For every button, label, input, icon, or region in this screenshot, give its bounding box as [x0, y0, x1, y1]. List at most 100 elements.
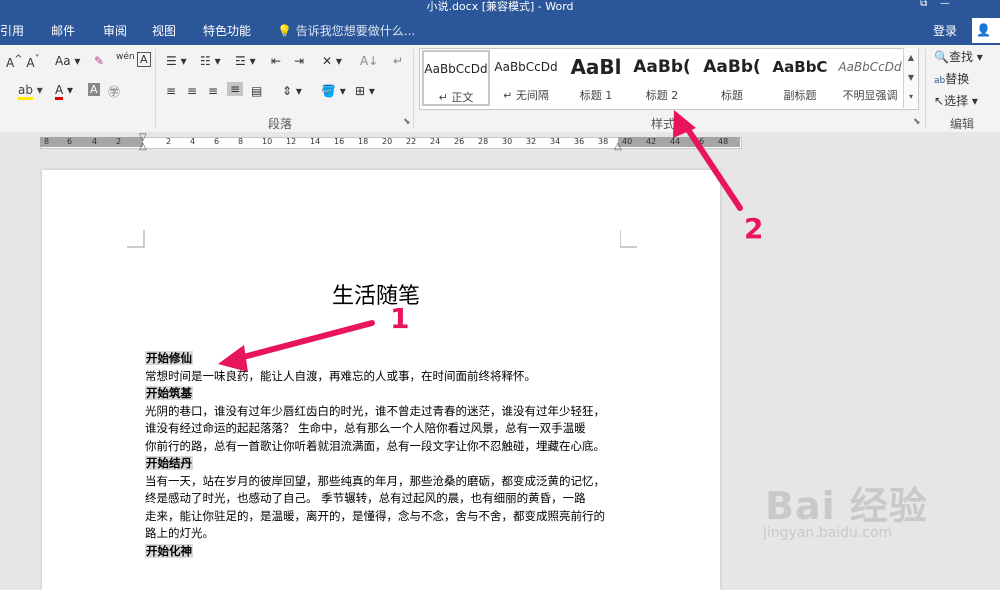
baidu-watermark: Bai 经验 jingyan.baidu.com [763, 475, 928, 541]
ruler-number: 28 [478, 137, 489, 146]
magnifier-icon: 🔍 [934, 50, 949, 64]
crop-mark-top-left [127, 230, 145, 248]
style-preview: AaBb( [633, 57, 691, 77]
more-styles-icon[interactable]: ▾ [904, 88, 918, 106]
share-button[interactable]: 👤共 [972, 18, 1000, 62]
character-border-button[interactable]: A [137, 52, 151, 67]
phonetic-guide-label: wén [116, 52, 135, 62]
annotation-label-2: 2 [744, 212, 764, 245]
borders-icon[interactable]: ⊞ ▾ [355, 84, 375, 98]
change-case-label: Aa [55, 54, 71, 68]
style-name-text: 无间隔 [515, 89, 549, 102]
style-preview: AaBl [570, 55, 622, 79]
shading-icon[interactable]: 🪣 ▾ [321, 84, 346, 98]
paragraph-group-label: 段落 [268, 117, 293, 131]
scroll-down-icon[interactable]: ▼ [904, 68, 918, 88]
find-button[interactable]: 🔍查找 ▾ [934, 48, 983, 65]
style-name: 标题 1 [579, 89, 613, 102]
style-heading-1[interactable]: AaBl 标题 1 [562, 50, 630, 106]
horizontal-ruler[interactable]: ▽ △ △ 8 6 4 2 2 4 6 8 10 12 14 16 18 20 22 24 26 28 30 32 34 3… [0, 132, 1000, 152]
window-controls[interactable]: ⧉ — [920, 0, 950, 9]
tab-mailings[interactable]: 邮件 [51, 22, 75, 39]
align-right-icon[interactable]: ≡ [208, 84, 218, 98]
style-normal[interactable]: AaBbCcDd ↵ 正文 [422, 50, 490, 106]
heading-text: 开始化神 [145, 543, 193, 558]
replace-button[interactable]: ab替换 [934, 70, 969, 87]
style-title[interactable]: AaBb( 标题 [698, 50, 766, 106]
tell-me-search[interactable]: 💡 告诉我您想要做什么... [277, 22, 415, 39]
highlight-color-icon[interactable]: ab ▾ [18, 83, 43, 100]
watermark-url: jingyan.baidu.com [763, 525, 893, 541]
right-indent-marker-icon[interactable]: △ [614, 141, 622, 152]
align-center-icon[interactable]: ≡ [187, 84, 197, 98]
ruler-number: 6 [214, 137, 220, 146]
style-preview: AaBbCcDd [838, 60, 902, 74]
grow-font-icon[interactable]: A^ A˅ [6, 54, 40, 70]
style-subtitle[interactable]: AaBbC 副标题 [766, 50, 834, 106]
paragraph-dialog-launcher-icon[interactable]: ⬊ [403, 117, 411, 127]
document-paragraph-line: 谁没有经过命运的起起落落？ 生命中，总有那么一个人陪你看过风景，总有一双手温暖 [145, 421, 586, 435]
replace-label: 替换 [945, 72, 970, 86]
document-heading: 开始筑基 [145, 385, 193, 401]
lightbulb-icon: 💡 [277, 24, 292, 38]
ruler-number: 42 [646, 137, 657, 146]
styles-gallery: AaBbCcDd ↵ 正文 AaBbCcDd ↵ 无间隔 AaBl 标题 1 A… [419, 48, 919, 110]
tab-view[interactable]: 视图 [152, 22, 176, 39]
ruler-number: 4 [190, 137, 196, 146]
paragraph-mark: ↵ [438, 91, 448, 104]
tab-review[interactable]: 审阅 [103, 22, 127, 39]
align-left-icon[interactable]: ≡ [166, 84, 176, 98]
style-name: 副标题 [783, 89, 817, 102]
style-no-spacing[interactable]: AaBbCcDd ↵ 无间隔 [492, 50, 560, 106]
font-color-icon[interactable]: A ▾ [55, 83, 73, 100]
show-marks-icon[interactable]: ↵ [393, 54, 403, 68]
select-button[interactable]: ↖选择 ▾ [934, 92, 978, 109]
character-shading-icon[interactable]: A [88, 83, 100, 96]
phonetic-guide-button[interactable]: wén [116, 52, 135, 62]
group-separator [155, 49, 156, 129]
replace-icon: ab [934, 76, 946, 86]
style-subtle-emphasis[interactable]: AaBbCcDd 不明显强调 [834, 50, 906, 106]
line-spacing-icon[interactable]: ⇕ ▾ [282, 84, 302, 98]
style-preview: AaBb( [703, 57, 761, 77]
document-heading: 开始结丹 [145, 455, 193, 471]
chinese-layout-icon[interactable]: ✕ ▾ [322, 54, 342, 68]
ribbon-tab-bar: 引用 邮件 审阅 视图 特色功能 💡 告诉我您想要做什么... 登录 👤共 [0, 13, 1000, 62]
annotation-label-1: 1 [390, 302, 410, 335]
crop-mark-top-right [620, 230, 637, 248]
ruler-number: 8 [44, 137, 50, 146]
clear-formatting-icon[interactable]: ✎ [94, 54, 104, 68]
multilevel-list-icon[interactable]: ☲ ▾ [235, 54, 256, 68]
login-link[interactable]: 登录 [933, 22, 957, 39]
ruler-number: 22 [406, 137, 417, 146]
indent-marker-icon[interactable]: ▽ △ [139, 133, 147, 152]
character-border-label: A [140, 53, 148, 66]
styles-scroll[interactable]: ▲ ▼ ▾ [903, 48, 918, 108]
scroll-up-icon[interactable]: ▲ [904, 48, 918, 68]
ruler-number: 26 [454, 137, 465, 146]
title-bar: 小说.docx [兼容模式] - Word ⧉ — [0, 0, 1000, 13]
justify-icon[interactable]: ≡ [227, 82, 244, 96]
style-name: 不明显强调 [842, 89, 898, 102]
distributed-icon[interactable]: ▤ [251, 84, 262, 98]
style-heading-2[interactable]: AaBb( 标题 2 [628, 50, 696, 106]
document-paragraph-line: 光阴的巷口，谁没有过年少唇红齿白的时光，谁不曾走过青春的迷茫，谁没有过年少轻狂， [145, 403, 605, 418]
style-preview: AaBbC [772, 58, 828, 76]
decrease-indent-icon[interactable]: ⇤ [271, 54, 281, 68]
styles-dialog-launcher-icon[interactable]: ⬊ [913, 117, 921, 127]
person-icon: 👤 [976, 23, 991, 37]
enclose-characters-icon[interactable]: ㊫ [108, 83, 120, 100]
numbering-icon[interactable]: ☷ ▾ [200, 54, 221, 68]
document-page[interactable]: 生活随笔 开始修仙 常想时间是一味良药，能让人自渡，再难忘的人或事，在时间面前终将… [42, 170, 720, 590]
sort-icon[interactable]: A↓ [360, 54, 378, 68]
increase-indent-icon[interactable]: ⇥ [294, 54, 304, 68]
style-name: ↵ 正文 [424, 89, 488, 105]
ruler-number: 34 [550, 137, 561, 146]
select-label: 选择 [944, 94, 969, 108]
ruler-number: 20 [382, 137, 393, 146]
change-case-button[interactable]: Aa ▾ [55, 54, 80, 68]
bullets-icon[interactable]: ☰ ▾ [166, 54, 187, 68]
tab-references[interactable]: 引用 [0, 22, 24, 39]
tab-special-features[interactable]: 特色功能 [203, 22, 251, 39]
group-separator [413, 49, 414, 129]
